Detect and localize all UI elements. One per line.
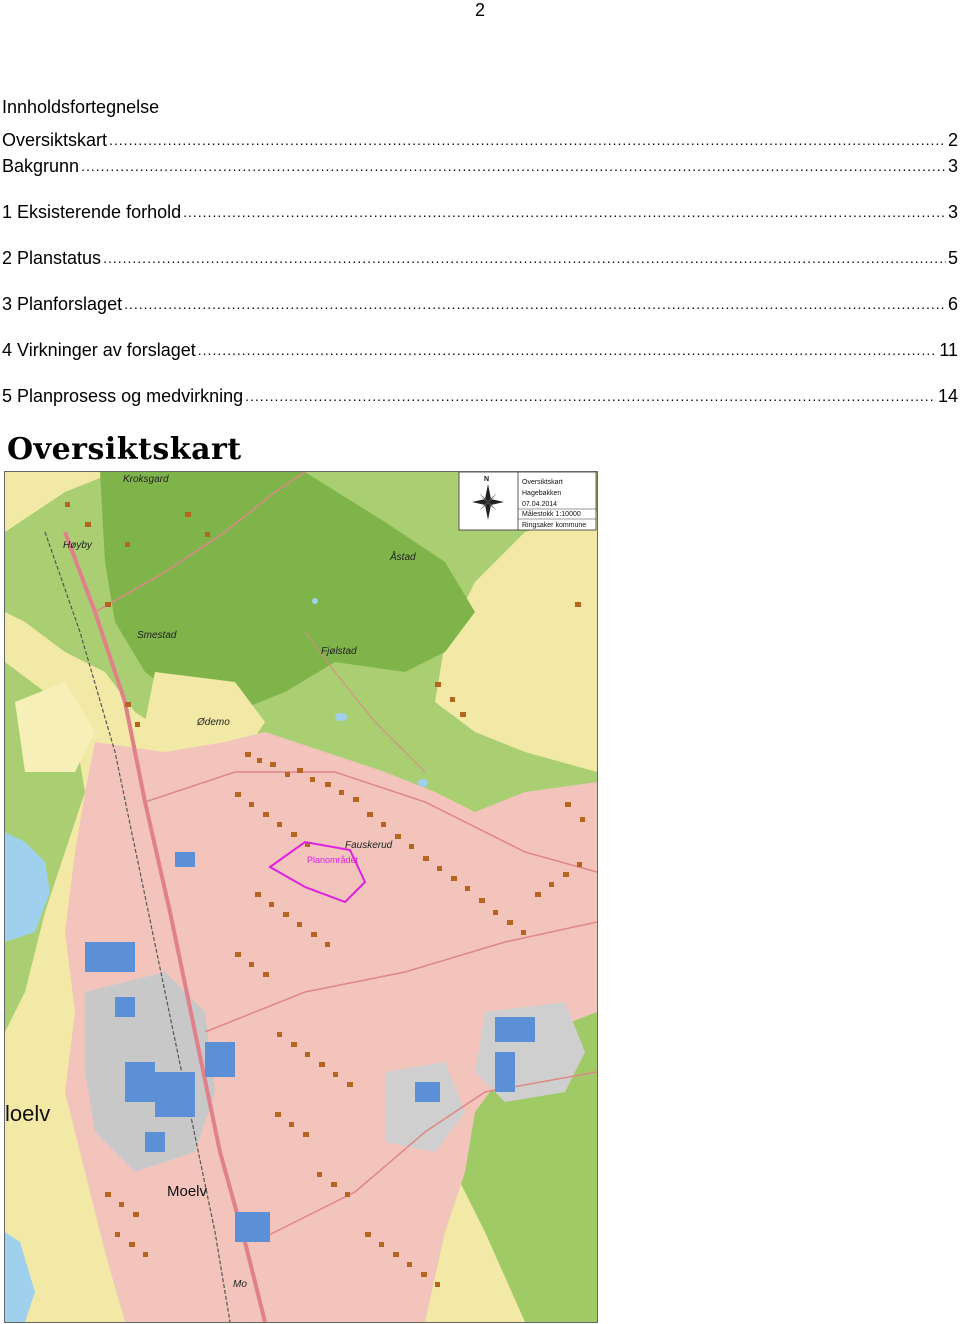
toc-entry-page: 6 [947,294,958,314]
page-number: 2 [474,0,485,20]
section-title: Oversiktskart [7,432,242,467]
toc-entry-label: Oversiktskart [2,130,108,150]
toc-dot-leader: ........................................… [109,132,946,148]
toc-entry-label: 2 Planstatus [2,248,102,268]
toc-dot-leader: ........................................… [103,250,946,266]
legend-line: Ringsaker kommune [522,522,586,529]
legend-line: Hagebakken [522,490,561,497]
place-label-moelv: Moelv [167,1183,208,1200]
toc-dot-leader: ........................................… [124,296,946,312]
toc-entry-label: 3 Planforslaget [2,294,123,314]
place-label-planomrade: Planområdet [307,855,359,865]
pond [312,598,318,604]
pond [418,779,428,787]
toc-entry-eksisterende-forhold[interactable]: 1 Eksisterende forhold .................… [2,199,958,223]
place-label-astad: Åstad [389,550,416,563]
pond [335,713,347,721]
toc-entry-virkninger[interactable]: 4 Virkninger av forslaget ..............… [2,337,958,361]
legend-line: Målestokk 1:10000 [522,510,581,518]
toc-entry-planforslaget[interactable]: 3 Planforslaget ........................… [2,291,958,315]
place-label-mo: Mo [233,1279,247,1290]
toc-entry-page: 3 [947,202,958,222]
toc-entry-bakgrunn[interactable]: Bakgrunn ...............................… [2,153,958,177]
toc-entry-label: Bakgrunn [2,156,80,176]
toc-entry-page: 11 [939,340,958,360]
place-label-smestad: Smestad [137,630,177,641]
place-label-hoyby: Høyby [63,540,93,551]
toc-entry-planstatus[interactable]: 2 Planstatus ...........................… [2,245,958,269]
toc-entry-page: 14 [937,386,958,406]
toc-entry-label: 4 Virkninger av forslaget [2,340,196,360]
place-label-fjolstad: Fjølstad [321,646,357,657]
legend-line: Oversiktskart [522,479,563,486]
place-label-odemo: Ødemo [196,717,230,728]
toc-dot-leader: ........................................… [245,388,936,404]
place-label-fauskerud: Fauskerud [345,840,393,851]
toc-dot-leader: ........................................… [197,342,938,358]
map-legend: N Oversiktskart Hagebakken 07.04.2014 Må… [458,472,597,531]
toc-entry-planprosess[interactable]: 5 Planprosess og medvirkning ...........… [2,383,958,407]
toc-dot-leader: ........................................… [81,158,946,174]
legend-line: 07.04.2014 [522,501,557,508]
toc-entry-page: 2 [947,130,958,150]
toc-entry-label: 5 Planprosess og medvirkning [2,386,244,406]
toc-heading: Innholdsfortegnelse [2,97,160,117]
toc-entry-page: 3 [947,156,958,176]
toc-entry-label: 1 Eksisterende forhold [2,202,182,222]
place-label-kroksgard: Kroksgard [123,474,169,485]
toc-dot-leader: ........................................… [183,204,946,220]
place-label-moelv-big: loelv [5,1101,50,1126]
toc-entry-oversiktskart[interactable]: Oversiktskart ..........................… [2,127,958,151]
north-label: N [484,476,489,483]
toc-entry-page: 5 [947,248,958,268]
overview-map: Kroksgard Høyby Åstad Smestad Fjølstad Ø… [4,471,598,1323]
